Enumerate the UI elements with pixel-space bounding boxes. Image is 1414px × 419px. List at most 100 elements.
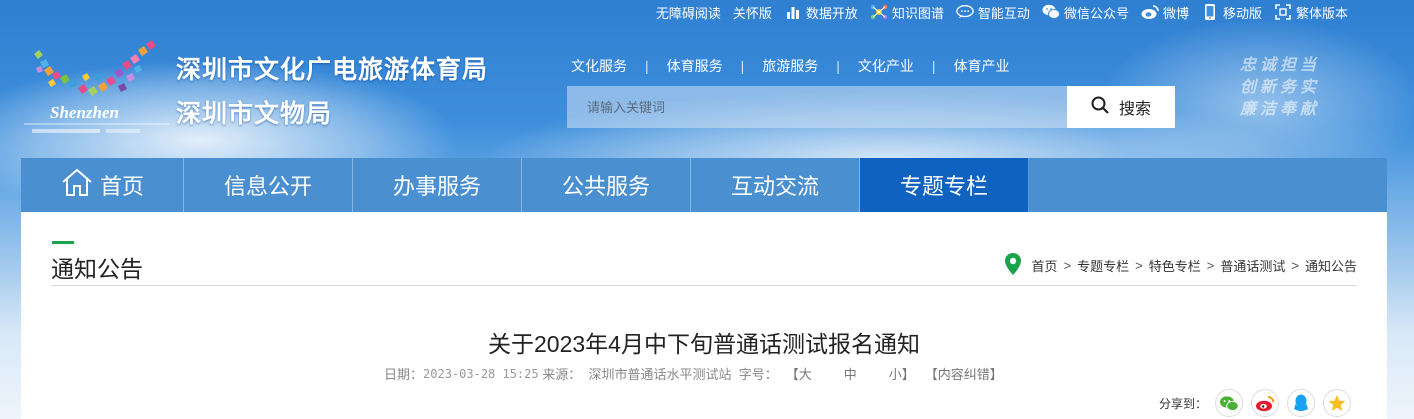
- shenzhen-logo[interactable]: Shenzhen: [22, 36, 172, 140]
- open-data-link[interactable]: 数据开放: [784, 3, 858, 22]
- nav-item-label: 信息公开: [223, 174, 312, 199]
- section-title-accent: [52, 241, 74, 244]
- source-label: 来源：: [538, 367, 582, 382]
- breadcrumb-separator: >: [1063, 258, 1072, 273]
- wechat-icon: [1042, 3, 1060, 21]
- quicklink-culture-industry[interactable]: 文化产业: [858, 56, 914, 76]
- mobile-version-label: 移动版: [1222, 5, 1262, 21]
- qzone-icon: [1328, 395, 1346, 411]
- slogan-line: 廉洁奉献: [1240, 99, 1321, 118]
- top-utility-bar: 无障碍阅读 关怀版 数据开放 知识图谱 智能互动 微信公众号 微博 移动版 繁体…: [656, 0, 1348, 24]
- quicklink-tourism-services[interactable]: 旅游服务: [762, 56, 818, 76]
- quicklink-divider: |: [836, 58, 840, 74]
- traditional-chinese-icon: [1274, 3, 1292, 21]
- share-label: 分享到：: [1158, 396, 1207, 411]
- slogan-line: 创新务实: [1240, 77, 1321, 96]
- search-button[interactable]: 搜索: [1067, 86, 1175, 128]
- weibo-link[interactable]: 微博: [1141, 3, 1189, 22]
- breadcrumb-item[interactable]: 普通话测试: [1220, 256, 1285, 275]
- section-divider: [51, 285, 1357, 286]
- mobile-version-link[interactable]: 移动版: [1201, 3, 1262, 22]
- article-meta: 日期： 2023-03-28 15:25 来源： 深圳市普通话水平测试站 字号：…: [384, 364, 1003, 383]
- font-size-large-button[interactable]: 【大: [786, 364, 812, 383]
- section-title: 通知公告: [51, 256, 143, 282]
- nav-item-label: 公共服务: [561, 174, 650, 199]
- quicklink-culture-services[interactable]: 文化服务: [571, 56, 627, 76]
- wechat-icon: [1220, 395, 1239, 411]
- nav-item-special-topics[interactable]: 专题专栏: [860, 158, 1029, 212]
- nav-item-label: 专题专栏: [899, 174, 988, 199]
- nav-item-label: 首页: [99, 174, 144, 199]
- nav-item-public-services[interactable]: 公共服务: [522, 158, 691, 212]
- elderly-care-version-link[interactable]: 关怀版: [733, 3, 772, 22]
- accessibility-reading-label: 无障碍阅读: [655, 5, 721, 21]
- knowledge-graph-link[interactable]: 知识图谱: [870, 3, 944, 22]
- logo-wordmark: Shenzhen: [50, 103, 119, 122]
- weibo-icon: [1141, 3, 1159, 21]
- nav-item-info-disclosure[interactable]: 信息公开: [184, 158, 353, 212]
- share-qzone-button[interactable]: [1323, 389, 1351, 417]
- font-size-medium-button[interactable]: 中: [844, 364, 857, 383]
- smart-interaction-label: 智能互动: [977, 5, 1030, 21]
- content-panel: 通知公告 首页 > 专题专栏 > 特色专栏 > 普通话测试 > 通知公告 关于2…: [21, 212, 1387, 419]
- mobile-icon: [1201, 3, 1219, 21]
- quicklink-divider: |: [645, 58, 649, 74]
- share-wechat-button[interactable]: [1215, 389, 1243, 417]
- breadcrumb-separator: >: [1135, 258, 1143, 273]
- search-icon: [1091, 96, 1109, 119]
- elderly-care-version-label: 关怀版: [732, 5, 772, 21]
- site-name[interactable]: 深圳市文化广电旅游体育局 深圳市文物局: [176, 48, 488, 136]
- nav-item-interaction[interactable]: 互动交流: [691, 158, 860, 212]
- article-title: 关于2023年4月中下旬普通话测试报名通知: [488, 331, 920, 357]
- breadcrumb: 首页 > 专题专栏 > 特色专栏 > 普通话测试 > 通知公告: [1004, 252, 1357, 279]
- chat-bubble-icon: [956, 3, 974, 21]
- content-correction-link[interactable]: 【内容纠错】: [925, 364, 1003, 383]
- breadcrumb-item[interactable]: 首页: [1032, 256, 1058, 275]
- article-date: 2023-03-28 15:25: [423, 366, 539, 381]
- traditional-chinese-link[interactable]: 繁体版本: [1274, 3, 1348, 22]
- slogan-line: 忠诚担当: [1240, 55, 1321, 74]
- site-name-line1: 深圳市文化广电旅游体育局: [176, 55, 489, 84]
- qq-icon: [1294, 394, 1308, 411]
- traditional-chinese-label: 繁体版本: [1295, 5, 1348, 21]
- nav-item-label: 互动交流: [730, 174, 819, 199]
- open-data-label: 数据开放: [805, 5, 858, 21]
- quicklink-sports-services[interactable]: 体育服务: [667, 56, 723, 76]
- knowledge-graph-icon: [870, 3, 888, 21]
- search-bar: 搜索: [567, 86, 1175, 128]
- nav-item-home[interactable]: 首页: [21, 158, 184, 212]
- breadcrumb-item[interactable]: 特色专栏: [1149, 256, 1201, 275]
- quick-links: 文化服务 | 体育服务 | 旅游服务 | 文化产业 | 体育产业: [571, 56, 1010, 76]
- location-pin-icon: [1004, 252, 1022, 279]
- share-weibo-button[interactable]: [1251, 389, 1279, 417]
- slogan: 忠诚担当 创新务实 廉洁奉献: [1240, 54, 1320, 120]
- weibo-label: 微博: [1162, 5, 1189, 21]
- font-size-small-button[interactable]: 小】: [889, 364, 915, 383]
- main-nav: 首页 信息公开 办事服务 公共服务 互动交流 专题专栏: [21, 158, 1387, 212]
- breadcrumb-item[interactable]: 专题专栏: [1077, 256, 1129, 275]
- quicklink-divider: |: [931, 58, 936, 74]
- accessibility-reading-link[interactable]: 无障碍阅读: [656, 3, 721, 22]
- wechat-account-link[interactable]: 微信公众号: [1042, 3, 1129, 22]
- share-qq-button[interactable]: [1287, 389, 1315, 417]
- date-label: 日期：: [384, 367, 424, 382]
- nav-item-services[interactable]: 办事服务: [353, 158, 522, 212]
- nav-item-label: 办事服务: [392, 174, 481, 199]
- breadcrumb-item[interactable]: 通知公告: [1305, 256, 1357, 275]
- search-button-label: 搜索: [1118, 101, 1151, 118]
- breadcrumb-separator: >: [1291, 258, 1299, 273]
- quicklink-sports-industry[interactable]: 体育产业: [954, 56, 1010, 76]
- bar-chart-icon: [784, 3, 802, 21]
- font-size-label: 字号：: [731, 367, 778, 382]
- weibo-icon: [1256, 395, 1275, 411]
- wechat-account-label: 微信公众号: [1063, 5, 1129, 21]
- knowledge-graph-label: 知识图谱: [891, 5, 944, 21]
- site-name-line2: 深圳市文物局: [176, 99, 333, 128]
- article-source: 深圳市普通话水平测试站: [581, 367, 732, 382]
- smart-interaction-link[interactable]: 智能互动: [956, 3, 1030, 22]
- breadcrumb-separator: >: [1206, 258, 1215, 273]
- search-input[interactable]: [567, 86, 1067, 128]
- shenzhen-logo-mark: Shenzhen: [24, 40, 170, 133]
- home-icon: [60, 167, 94, 203]
- share-bar: 分享到：: [1159, 389, 1351, 417]
